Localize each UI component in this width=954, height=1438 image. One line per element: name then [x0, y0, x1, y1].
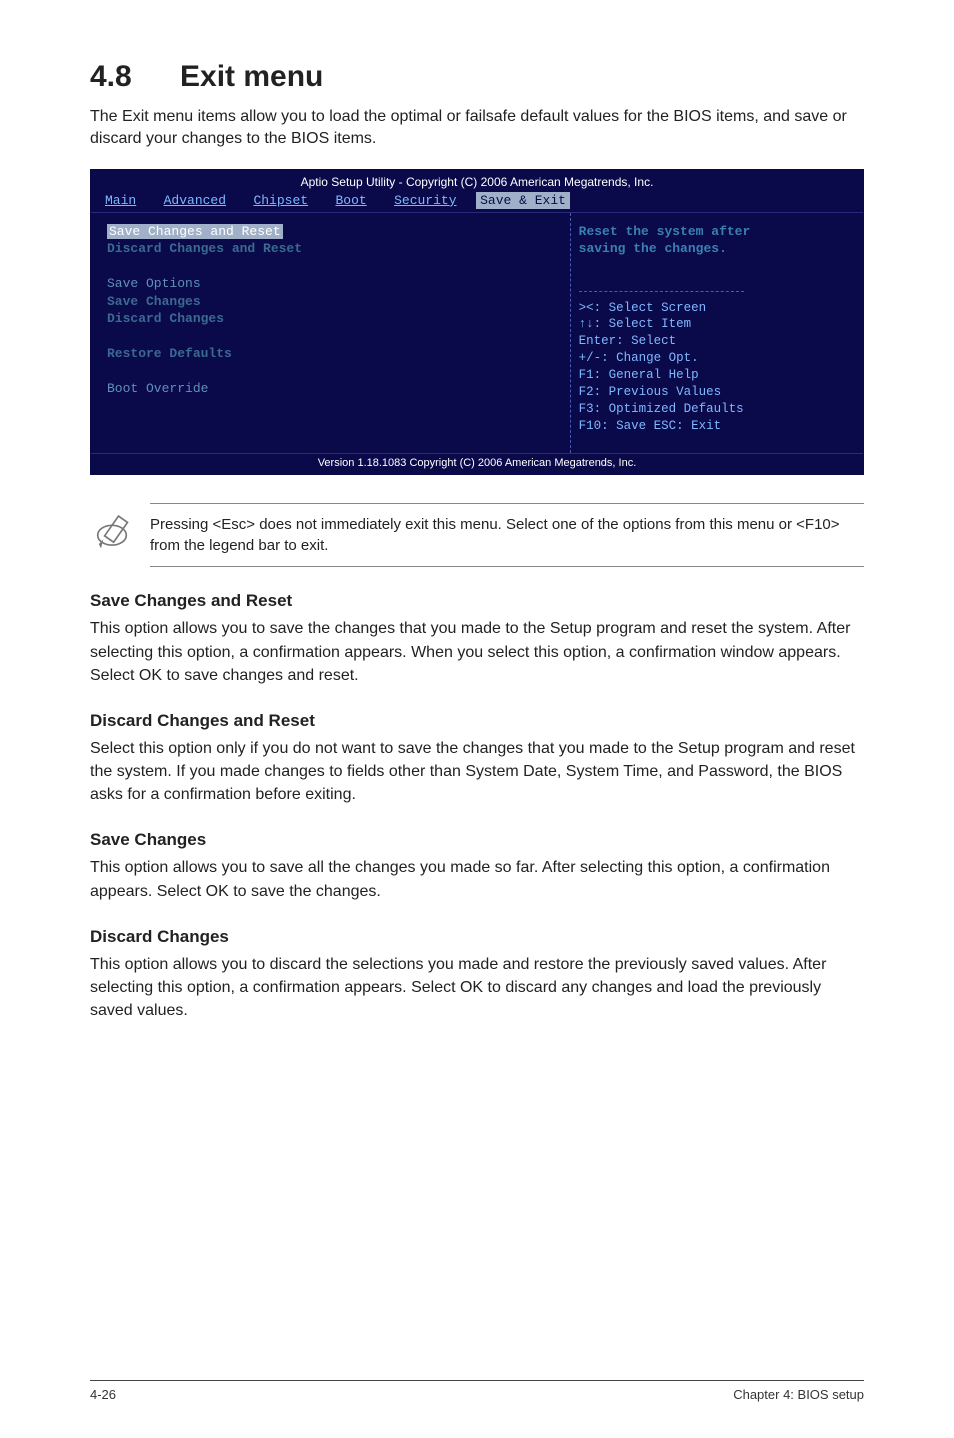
bios-tab-advanced[interactable]: Advanced	[164, 193, 226, 208]
bios-right-pane: Reset the system after saving the change…	[570, 213, 863, 453]
bios-legend-1: ><: Select Screen	[579, 300, 744, 317]
bios-tab-main[interactable]: Main	[105, 193, 136, 208]
bios-legend-4: +/-: Change Opt.	[579, 350, 744, 367]
bios-legend: ><: Select Screen ↑↓: Select Item Enter:…	[579, 283, 744, 435]
intro-paragraph: The Exit menu items allow you to load th…	[90, 106, 864, 151]
bios-tab-row: Main Advanced Chipset Boot Security Save…	[91, 192, 863, 213]
body-save-changes-reset: This option allows you to save the chang…	[90, 617, 864, 687]
bios-item-boot-override[interactable]: Boot Override	[107, 380, 554, 398]
body-save-changes: This option allows you to save all the c…	[90, 856, 864, 902]
section-title: 4.8 Exit menu	[90, 60, 864, 94]
bios-help-line2: saving the changes.	[579, 240, 847, 258]
bios-item-discard-changes[interactable]: Discard Changes	[107, 310, 554, 328]
bios-group-save-options: Save Options	[107, 275, 554, 293]
bios-item-save-reset[interactable]: Save Changes and Reset	[107, 224, 283, 239]
footer-chapter: Chapter 4: BIOS setup	[733, 1387, 864, 1402]
footer-page-number: 4-26	[90, 1387, 116, 1402]
bios-tab-security[interactable]: Security	[394, 193, 456, 208]
bios-item-restore-defaults[interactable]: Restore Defaults	[107, 345, 554, 363]
body-discard-changes-reset: Select this option only if you do not wa…	[90, 737, 864, 807]
bios-item-discard-reset[interactable]: Discard Changes and Reset	[107, 240, 554, 258]
body-discard-changes: This option allows you to discard the se…	[90, 953, 864, 1023]
bios-tab-save-exit[interactable]: Save & Exit	[476, 192, 570, 209]
bios-legend-8: F10: Save ESC: Exit	[579, 418, 744, 435]
bios-legend-5: F1: General Help	[579, 367, 744, 384]
note-text: Pressing <Esc> does not immediately exit…	[150, 503, 864, 567]
section-number: 4.8	[90, 60, 132, 93]
page-footer: 4-26 Chapter 4: BIOS setup	[90, 1380, 864, 1402]
note-block: Pressing <Esc> does not immediately exit…	[90, 503, 864, 567]
bios-legend-6: F2: Previous Values	[579, 384, 744, 401]
bios-tab-boot[interactable]: Boot	[335, 193, 366, 208]
heading-save-changes: Save Changes	[90, 830, 864, 850]
bios-tab-chipset[interactable]: Chipset	[253, 193, 308, 208]
bios-titlebar: Aptio Setup Utility - Copyright (C) 2006…	[91, 170, 863, 192]
heading-discard-changes-reset: Discard Changes and Reset	[90, 711, 864, 731]
bios-legend-7: F3: Optimized Defaults	[579, 401, 744, 418]
bios-legend-2: ↑↓: Select Item	[579, 316, 744, 333]
pencil-icon	[90, 511, 150, 560]
section-name: Exit menu	[180, 60, 323, 93]
bios-help-line1: Reset the system after	[579, 223, 847, 241]
bios-window: Aptio Setup Utility - Copyright (C) 2006…	[90, 169, 864, 476]
bios-version-bar: Version 1.18.1083 Copyright (C) 2006 Ame…	[91, 453, 863, 475]
heading-save-changes-reset: Save Changes and Reset	[90, 591, 864, 611]
heading-discard-changes: Discard Changes	[90, 927, 864, 947]
bios-legend-3: Enter: Select	[579, 333, 744, 350]
bios-left-pane: Save Changes and Reset Discard Changes a…	[91, 213, 570, 453]
bios-item-save-changes[interactable]: Save Changes	[107, 293, 554, 311]
